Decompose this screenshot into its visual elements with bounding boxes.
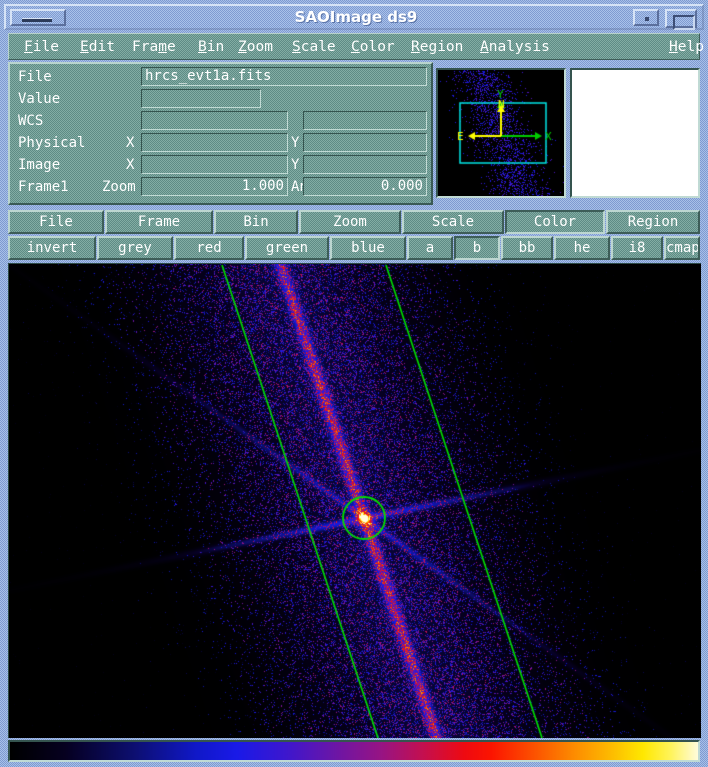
menu-edit[interactable]: Edit	[75, 37, 120, 58]
minimize-button[interactable]	[10, 9, 66, 26]
image-y-axis-label: Y	[291, 157, 300, 173]
menu-scale[interactable]: Scale	[287, 37, 341, 58]
menu-bin[interactable]: Bin	[193, 37, 229, 58]
ang-value-field[interactable]: 0.000	[303, 177, 427, 196]
image-y-field[interactable]	[303, 155, 427, 174]
btn-scale[interactable]: Scale	[402, 210, 504, 234]
wcs-x-field[interactable]	[141, 111, 288, 130]
image-x-axis-label: X	[126, 157, 135, 173]
wcs-y-field[interactable]	[303, 111, 427, 130]
value-field[interactable]	[141, 89, 261, 108]
physical-y-field[interactable]	[303, 133, 427, 152]
cmapbtn-invert[interactable]: invert	[8, 236, 96, 260]
cmapbtn-bb[interactable]: bb	[501, 236, 553, 260]
btn-frame[interactable]: Frame	[105, 210, 213, 234]
info-label-physical: Physical	[18, 135, 86, 151]
cmapbtn-cmap[interactable]: cmap	[664, 236, 700, 260]
btn-bin[interactable]: Bin	[214, 210, 298, 234]
info-label-file: File	[18, 69, 52, 85]
zoom-label: Zoom	[102, 179, 136, 195]
btn-color[interactable]: Color	[505, 210, 605, 234]
maximize-button[interactable]	[665, 9, 697, 30]
cmapbtn-b[interactable]: b	[454, 236, 500, 260]
menu-color[interactable]: Color	[346, 37, 400, 58]
image-display-area[interactable]	[8, 263, 701, 738]
maximize-icon	[673, 15, 695, 30]
cmapbtn-grey[interactable]: grey	[97, 236, 173, 260]
physical-y-axis-label: Y	[291, 135, 300, 151]
file-field[interactable]: hrcs_evt1a.fits	[141, 67, 427, 86]
menu-frame[interactable]: Frame	[127, 37, 181, 58]
btn-region[interactable]: Region	[606, 210, 700, 234]
cmapbtn-red[interactable]: red	[174, 236, 244, 260]
image-x-field[interactable]	[141, 155, 288, 174]
cmapbtn-a[interactable]: a	[407, 236, 453, 260]
colorbar[interactable]	[8, 740, 700, 762]
cmapbtn-he[interactable]: he	[554, 236, 610, 260]
info-panel: File hrcs_evt1a.fits Value WCS Physical X Y Ima…	[8, 62, 433, 205]
info-label-value: Value	[18, 91, 61, 107]
panner-canvas[interactable]	[438, 70, 564, 196]
title-bar: SAOImage ds9	[4, 4, 704, 30]
button-row-colormap: invert grey red green blue a b bb he i8 cmap	[8, 236, 700, 260]
cmapbtn-i8[interactable]: i8	[611, 236, 663, 260]
menu-bar: File Edit Frame Bin Zoom Scale Color Region Anal…	[8, 33, 704, 60]
colorbar-canvas[interactable]	[10, 742, 698, 760]
menu-file[interactable]: File	[19, 37, 64, 58]
menu-analysis[interactable]: Analysis	[475, 37, 555, 58]
ds9-main-window: SAOImage ds9 File Edit Frame Bin Zoom Scale Co…	[0, 0, 708, 767]
frame-number-label: Frame1	[18, 179, 69, 195]
window-title: SAOImage ds9	[294, 8, 418, 26]
fits-image-canvas[interactable]	[9, 264, 701, 738]
magnifier[interactable]	[570, 68, 700, 198]
menu-zoom[interactable]: Zoom	[233, 37, 278, 58]
dot-icon	[645, 17, 649, 21]
shade-button[interactable]	[633, 9, 659, 26]
btn-zoom[interactable]: Zoom	[299, 210, 401, 234]
physical-x-axis-label: X	[126, 135, 135, 151]
cmapbtn-green[interactable]: green	[245, 236, 329, 260]
menu-help[interactable]: Help	[664, 37, 708, 58]
panner[interactable]	[436, 68, 566, 198]
btn-file[interactable]: File	[8, 210, 104, 234]
physical-x-field[interactable]	[141, 133, 288, 152]
info-label-wcs: WCS	[18, 113, 44, 129]
button-row-primary: File Frame Bin Zoom Scale Color Region	[8, 210, 700, 234]
zoom-value-field[interactable]: 1.000	[141, 177, 288, 196]
minimize-icon	[22, 18, 52, 22]
menu-region[interactable]: Region	[406, 37, 468, 58]
cmapbtn-blue[interactable]: blue	[330, 236, 406, 260]
info-label-image: Image	[18, 157, 61, 173]
